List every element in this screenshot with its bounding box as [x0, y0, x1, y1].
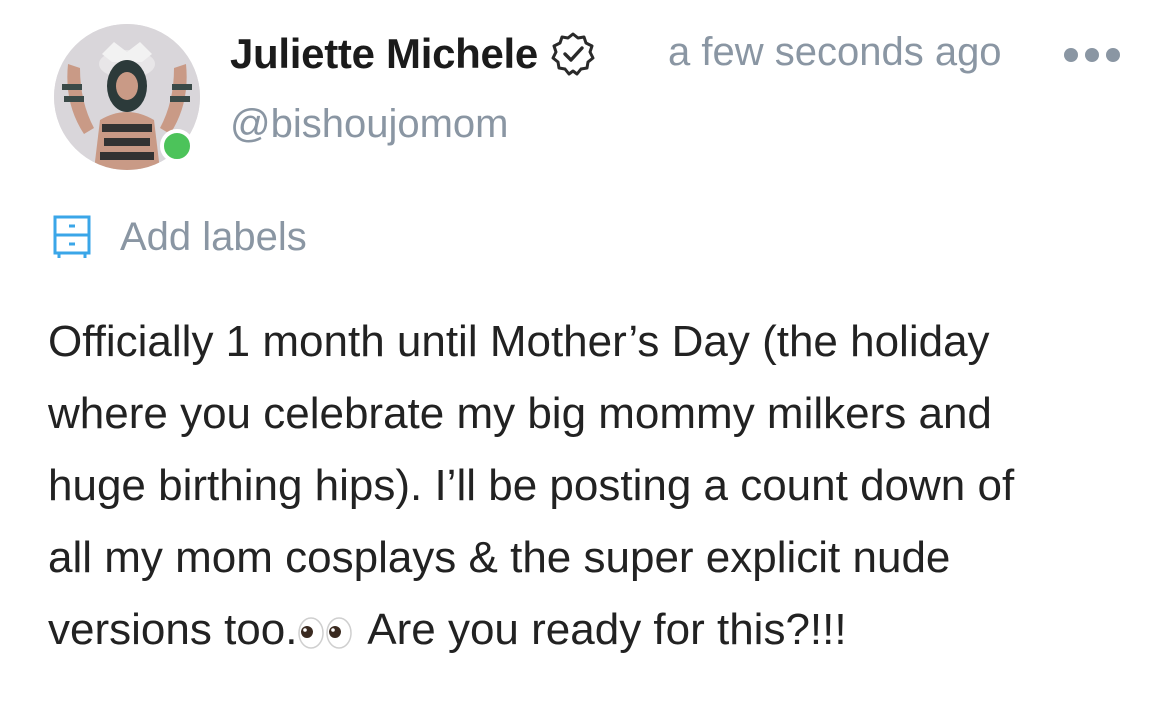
- post-timestamp[interactable]: a few seconds ago: [668, 30, 1002, 75]
- post-body: Officially 1 month until Mother’s Day (t…: [48, 306, 1148, 672]
- author-handle[interactable]: @bishoujomom: [230, 102, 509, 147]
- online-status-dot: [160, 129, 194, 163]
- post-text-end: Are you ready for this?!!!: [357, 605, 847, 654]
- eyes-emoji-icon: [297, 600, 353, 672]
- author-name-row: Juliette Michele: [230, 26, 596, 82]
- avatar-container[interactable]: [54, 24, 200, 170]
- post-text-main: Officially 1 month until Mother’s Day (t…: [48, 317, 1015, 654]
- ellipsis-icon: [1085, 48, 1099, 62]
- add-labels-text: Add labels: [120, 214, 307, 259]
- labels-drawer-icon: [53, 215, 91, 258]
- add-labels-button[interactable]: Add labels: [52, 212, 307, 262]
- ellipsis-icon: [1106, 48, 1120, 62]
- more-options-button[interactable]: [1064, 40, 1120, 70]
- author-display-name[interactable]: Juliette Michele: [230, 30, 538, 78]
- ellipsis-icon: [1064, 48, 1078, 62]
- verified-badge-icon: [550, 31, 596, 77]
- post-card: Juliette Michele a few seconds ago @bish…: [0, 0, 1169, 708]
